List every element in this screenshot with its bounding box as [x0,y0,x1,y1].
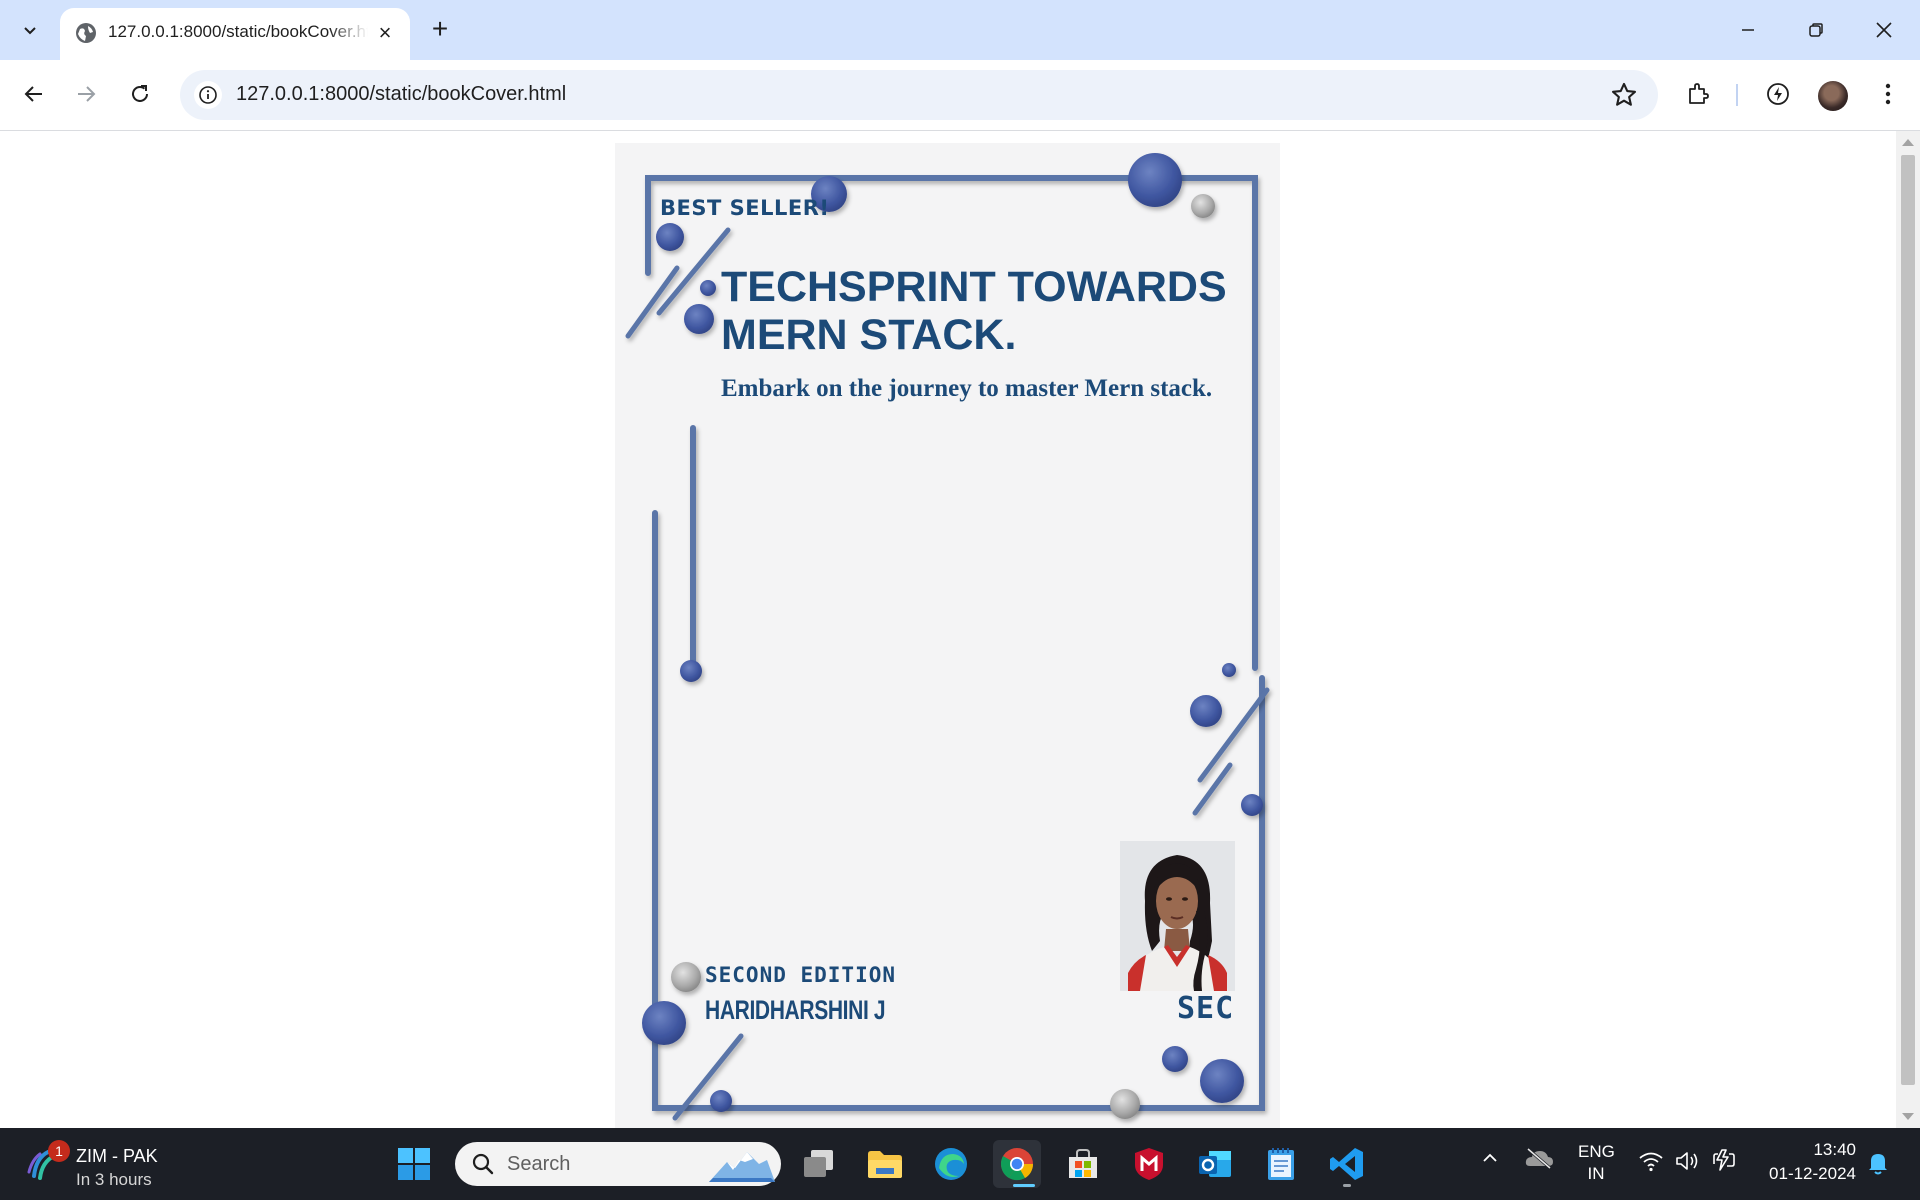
restore-icon[interactable] [1788,8,1844,52]
decor-ball-gray [1191,194,1215,218]
browser-tab-active[interactable]: 127.0.0.1:8000/static/bookCover.html × [60,8,410,60]
decor-ball [1162,1046,1188,1072]
more-menu-icon[interactable] [1872,78,1904,110]
scroll-thumb[interactable] [1901,155,1915,1085]
decor-ball [684,304,714,334]
windows-start-icon[interactable] [390,1140,438,1188]
vscode-icon[interactable] [1323,1140,1371,1188]
reload-icon[interactable] [120,74,160,114]
decor-ball-gray [671,962,701,992]
taskbar-search[interactable]: Search [455,1142,781,1186]
decor-ball [1128,153,1182,207]
toolbar-divider [1736,84,1738,106]
decor-ball [656,223,684,251]
task-view-icon[interactable] [795,1140,843,1188]
volume-icon[interactable] [1674,1150,1700,1177]
close-window-icon[interactable] [1856,8,1912,52]
minimize-icon[interactable] [1720,8,1776,52]
wifi-icon[interactable] [1638,1150,1664,1177]
weather-title: ZIM - PAK [76,1146,158,1166]
show-hidden-icons-chevron-icon[interactable] [1480,1148,1500,1173]
active-app-indicator [1013,1184,1035,1187]
weather-subtitle: In 3 hours [76,1170,152,1189]
search-icon [472,1153,494,1175]
search-placeholder: Search [507,1153,571,1175]
clock-date[interactable]: 01-12-2024 [1760,1164,1856,1184]
notepad-icon[interactable] [1257,1140,1305,1188]
back-icon[interactable] [14,74,54,114]
bookmark-star-icon[interactable] [1610,81,1638,109]
publisher-label: SEC [1177,991,1235,1026]
decor-ball-gray [1110,1089,1140,1119]
tab-search-chevron-icon[interactable] [8,10,52,50]
new-tab-button[interactable]: + [422,12,458,48]
decor-ball [700,280,716,296]
tab-title: 127.0.0.1:8000/static/bookCover.html [108,22,368,41]
edge-browser-icon[interactable] [927,1140,975,1188]
weather-widget[interactable]: 1 ZIM - PAK In 3 hours [22,1140,222,1190]
onedrive-offline-icon[interactable] [1524,1146,1554,1175]
extensions-icon[interactable] [1682,78,1714,110]
search-highlight-icon [709,1152,775,1182]
taskbar: 1 ZIM - PAK In 3 hours Search ENG IN 13:… [0,1128,1920,1200]
diagonal-line [1192,762,1233,816]
scroll-down-icon[interactable] [1902,1113,1914,1120]
decor-ball [1190,695,1222,727]
book-subtitle: Embark on the journey to master Mern sta… [721,375,1213,402]
outlook-icon[interactable] [1191,1140,1239,1188]
performance-icon[interactable] [1762,78,1794,110]
browser-tab-bar: 127.0.0.1:8000/static/bookCover.html × + [0,0,1920,60]
language-code: ENG [1578,1142,1615,1161]
site-info-icon[interactable] [194,81,222,109]
battery-charging-icon[interactable] [1710,1148,1738,1177]
tab-close-icon[interactable]: × [372,20,398,46]
browser-toolbar: 127.0.0.1:8000/static/bookCover.html [0,60,1920,131]
scroll-up-icon[interactable] [1902,139,1914,146]
decor-ball [1200,1059,1244,1103]
page-scrollbar[interactable] [1896,131,1920,1128]
globe-icon [76,23,96,43]
notification-bell-icon[interactable] [1866,1150,1890,1181]
decor-ball [642,1001,686,1045]
profile-avatar[interactable] [1818,81,1848,111]
author-name: HARIDHARSHINI J [705,995,886,1025]
page-viewport: BEST SELLER! TECHSPRINT TOWARDS MERN STA… [0,131,1896,1128]
book-title: TECHSPRINT TOWARDS MERN STACK. [721,263,1227,359]
address-bar[interactable]: 127.0.0.1:8000/static/bookCover.html [180,70,1658,120]
decor-ball [1222,663,1236,677]
forward-icon[interactable] [66,74,106,114]
file-explorer-icon[interactable] [861,1140,909,1188]
decor-ball [1241,794,1263,816]
decor-ball [710,1090,732,1112]
decor-ball [680,660,702,682]
language-indicator[interactable]: ENG IN [1578,1141,1615,1185]
best-seller-badge: BEST SELLER! [660,196,830,220]
chrome-browser-icon[interactable] [993,1140,1041,1188]
mcafee-icon[interactable] [1125,1140,1173,1188]
notification-badge: 1 [48,1140,70,1162]
url-text[interactable]: 127.0.0.1:8000/static/bookCover.html [236,83,566,106]
language-region: IN [1587,1164,1605,1183]
running-app-indicator [1343,1184,1351,1187]
microsoft-store-icon[interactable] [1059,1140,1107,1188]
clock-time[interactable]: 13:40 [1808,1140,1856,1160]
author-photo [1120,841,1235,991]
book-cover: BEST SELLER! TECHSPRINT TOWARDS MERN STA… [615,143,1280,1128]
edition-label: SECOND EDITION [705,963,897,987]
